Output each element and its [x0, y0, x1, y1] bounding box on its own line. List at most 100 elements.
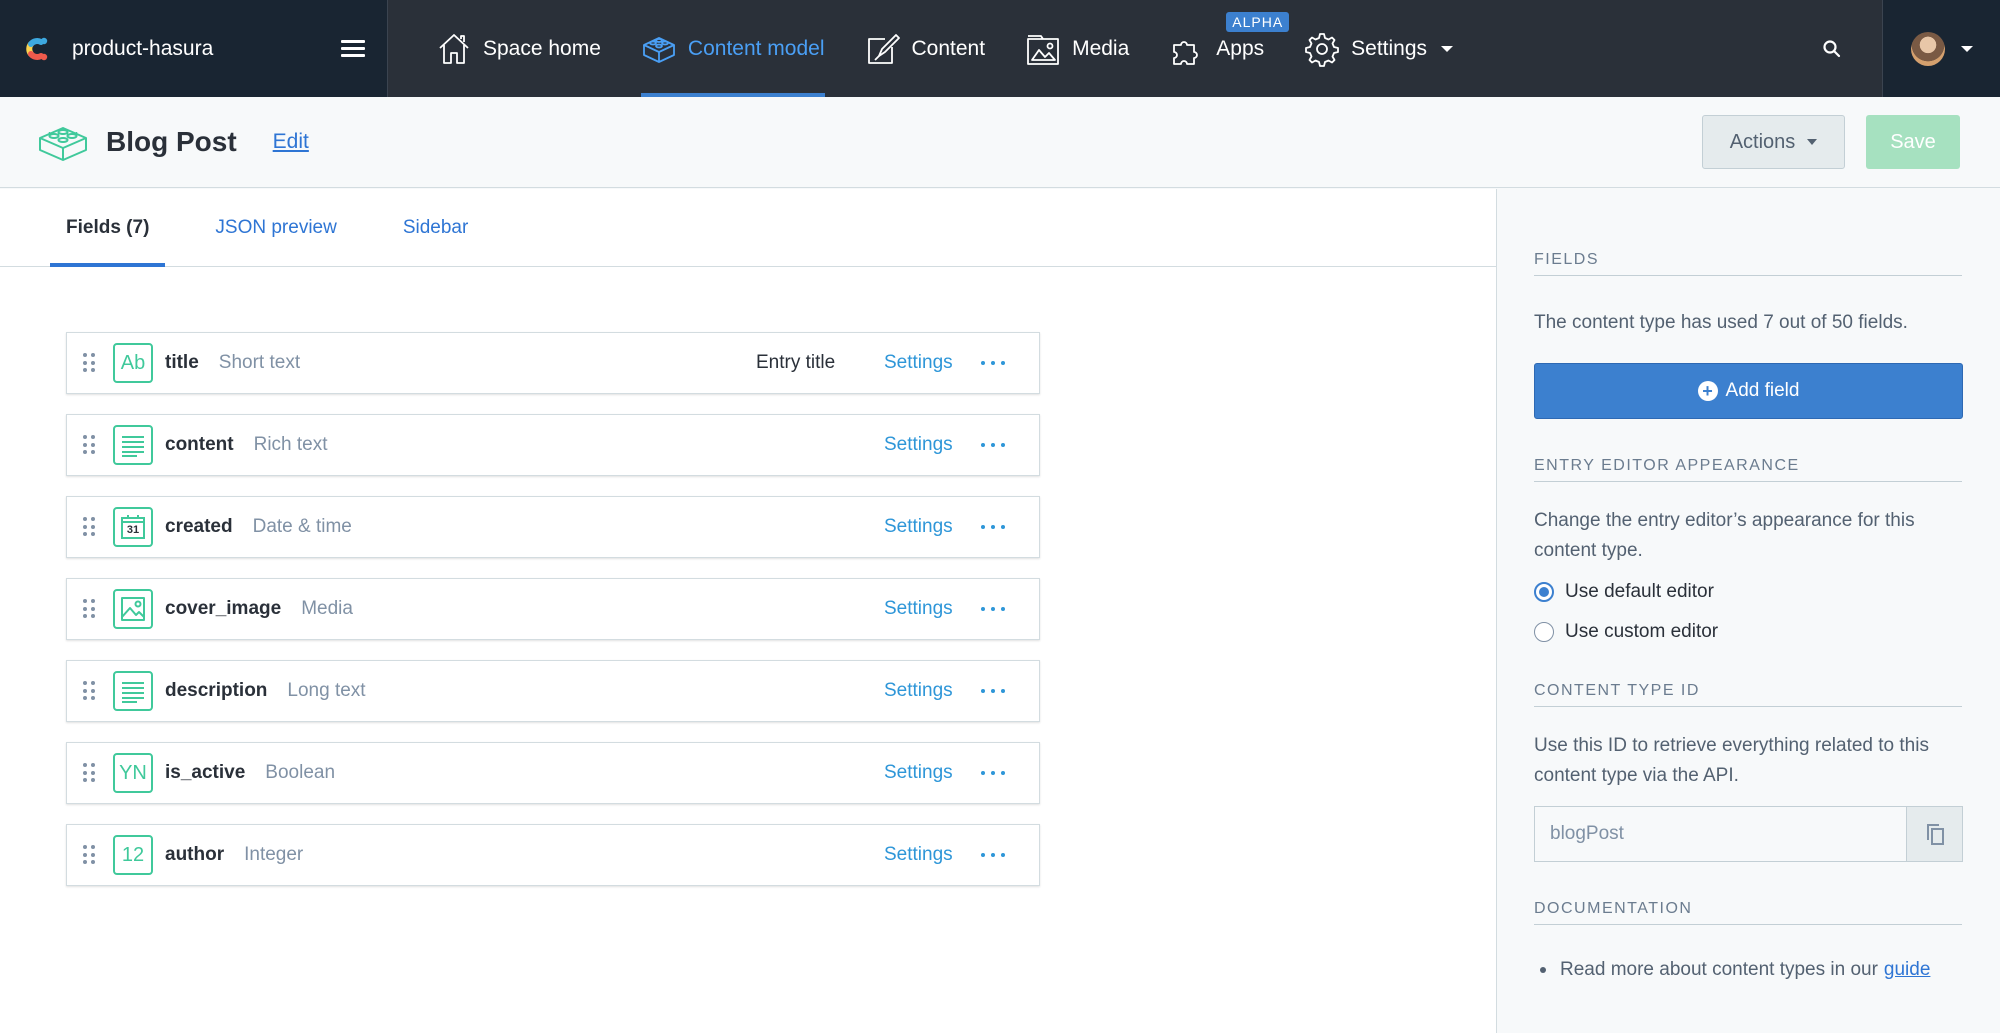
- drag-handle-icon[interactable]: [83, 435, 95, 455]
- field-settings-link[interactable]: Settings: [884, 844, 953, 866]
- actions-button[interactable]: Actions: [1702, 115, 1845, 169]
- nav-label: Space home: [483, 36, 601, 60]
- radio-unselected[interactable]: [1534, 622, 1554, 642]
- chevron-down-icon: [1441, 45, 1454, 52]
- more-options-icon[interactable]: [981, 768, 1005, 778]
- fields-usage-text: The content type has used 7 out of 50 fi…: [1534, 312, 1908, 333]
- field-name: cover_image: [165, 598, 282, 619]
- more-options-icon[interactable]: [981, 522, 1005, 532]
- drag-handle-icon[interactable]: [83, 353, 95, 373]
- appearance-section-title: ENTRY EDITOR APPEARANCE: [1534, 457, 1962, 482]
- tab-fields[interactable]: Fields (7): [50, 189, 166, 267]
- contentful-logo: [26, 37, 48, 60]
- content-type-icon: [39, 127, 87, 161]
- add-field-label: Add field: [1725, 380, 1800, 401]
- menu-icon[interactable]: [341, 37, 365, 61]
- tab-json-preview[interactable]: JSON preview: [215, 189, 336, 266]
- field-settings-link[interactable]: Settings: [884, 762, 953, 784]
- nav-label: Apps: [1216, 36, 1265, 60]
- plus-circle-icon: +: [1697, 381, 1718, 401]
- nav-label: Media: [1072, 36, 1130, 60]
- drag-handle-icon[interactable]: [83, 681, 95, 701]
- field-row-created[interactable]: 31 created Date & time Settings: [66, 496, 1040, 558]
- content-model-icon: [643, 36, 675, 63]
- copy-button[interactable]: [1906, 807, 1962, 861]
- account-menu[interactable]: [1882, 0, 2000, 97]
- field-settings-link[interactable]: Settings: [884, 434, 953, 456]
- drag-handle-icon[interactable]: [83, 763, 95, 783]
- field-row-cover-image[interactable]: cover_image Media Settings: [66, 578, 1040, 640]
- integer-icon: 12: [113, 835, 153, 875]
- field-type: Boolean: [265, 762, 336, 783]
- appearance-description: Change the entry editor’s appearance for…: [1534, 510, 1915, 561]
- more-options-icon[interactable]: [981, 850, 1005, 860]
- field-type: Media: [301, 598, 353, 619]
- nav-content-model[interactable]: Content model: [640, 0, 825, 97]
- nav-media[interactable]: Media: [1025, 0, 1129, 97]
- save-button[interactable]: Save: [1866, 115, 1960, 169]
- field-type: Date & time: [252, 516, 352, 537]
- field-row-description[interactable]: description Long text Settings: [66, 660, 1040, 722]
- rich-text-icon: [113, 425, 153, 465]
- nav-content[interactable]: Content: [865, 0, 986, 97]
- nav-label: Settings: [1351, 36, 1428, 60]
- field-row-title[interactable]: Ab title Short text Entry title Settings: [66, 332, 1040, 394]
- content-type-id-field[interactable]: blogPost: [1534, 806, 1963, 862]
- fields-section-title: FIELDS: [1534, 251, 1962, 276]
- short-text-icon: Ab: [113, 343, 153, 383]
- chevron-down-icon: [1960, 45, 1973, 52]
- field-row-content[interactable]: content Rich text Settings: [66, 414, 1040, 476]
- long-text-icon: [113, 671, 153, 711]
- pen-icon: [867, 33, 900, 64]
- field-name: description: [165, 680, 268, 701]
- option-label: Use custom editor: [1565, 621, 1719, 642]
- tab-bar: Fields (7) JSON preview Sidebar: [0, 189, 1496, 267]
- guide-link[interactable]: guide: [1884, 959, 1931, 981]
- default-editor-option[interactable]: Use default editor: [1534, 572, 1962, 612]
- chevron-down-icon: [1807, 139, 1818, 145]
- custom-editor-option[interactable]: Use custom editor: [1534, 612, 1962, 652]
- search-button[interactable]: [1802, 0, 1862, 97]
- calendar-icon: 31: [113, 507, 153, 547]
- nav-label: Content: [911, 36, 986, 60]
- tab-sidebar[interactable]: Sidebar: [403, 189, 469, 266]
- main-panel: Fields (7) JSON preview Sidebar Ab title…: [0, 189, 1497, 1033]
- main-nav: Space home Content model Content Media A…: [388, 0, 1802, 97]
- field-row-is-active[interactable]: YN is_active Boolean Settings: [66, 742, 1040, 804]
- content-type-sidebar: FIELDS The content type has used 7 out o…: [1498, 189, 2000, 1033]
- more-options-icon[interactable]: [981, 686, 1005, 696]
- field-settings-link[interactable]: Settings: [884, 352, 953, 374]
- nav-apps[interactable]: Apps ALPHA: [1169, 0, 1290, 97]
- field-settings-link[interactable]: Settings: [884, 598, 953, 620]
- media-icon: [1027, 34, 1059, 65]
- content-type-id-value[interactable]: blogPost: [1535, 807, 1906, 861]
- house-icon: [439, 33, 469, 64]
- drag-handle-icon[interactable]: [83, 599, 95, 619]
- radio-selected[interactable]: [1534, 582, 1554, 602]
- option-label: Use default editor: [1565, 581, 1714, 602]
- documentation-section-title: DOCUMENTATION: [1534, 900, 1962, 925]
- edit-link[interactable]: Edit: [273, 130, 309, 154]
- image-icon: [113, 589, 153, 629]
- add-field-button[interactable]: + Add field: [1534, 363, 1963, 419]
- documentation-text: Read more about content types in our: [1560, 959, 1878, 980]
- entry-title-label: Entry title: [756, 352, 836, 373]
- space-name: product-hasura: [72, 36, 214, 60]
- boolean-icon: YN: [113, 753, 153, 793]
- field-type: Short text: [218, 352, 301, 373]
- content-type-id-description: Use this ID to retrieve everything relat…: [1534, 735, 1929, 786]
- nav-space-home[interactable]: Space home: [436, 0, 601, 97]
- content-type-id-title: CONTENT TYPE ID: [1534, 682, 1962, 707]
- space-switcher[interactable]: product-hasura: [0, 0, 388, 97]
- field-name: title: [165, 352, 199, 373]
- more-options-icon[interactable]: [981, 440, 1005, 450]
- nav-settings[interactable]: Settings: [1304, 0, 1454, 97]
- copy-icon: [1926, 824, 1944, 845]
- field-settings-link[interactable]: Settings: [884, 516, 953, 538]
- field-settings-link[interactable]: Settings: [884, 680, 953, 702]
- drag-handle-icon[interactable]: [83, 517, 95, 537]
- more-options-icon[interactable]: [981, 358, 1005, 368]
- more-options-icon[interactable]: [981, 604, 1005, 614]
- field-row-author[interactable]: 12 author Integer Settings: [66, 824, 1040, 886]
- drag-handle-icon[interactable]: [83, 845, 95, 865]
